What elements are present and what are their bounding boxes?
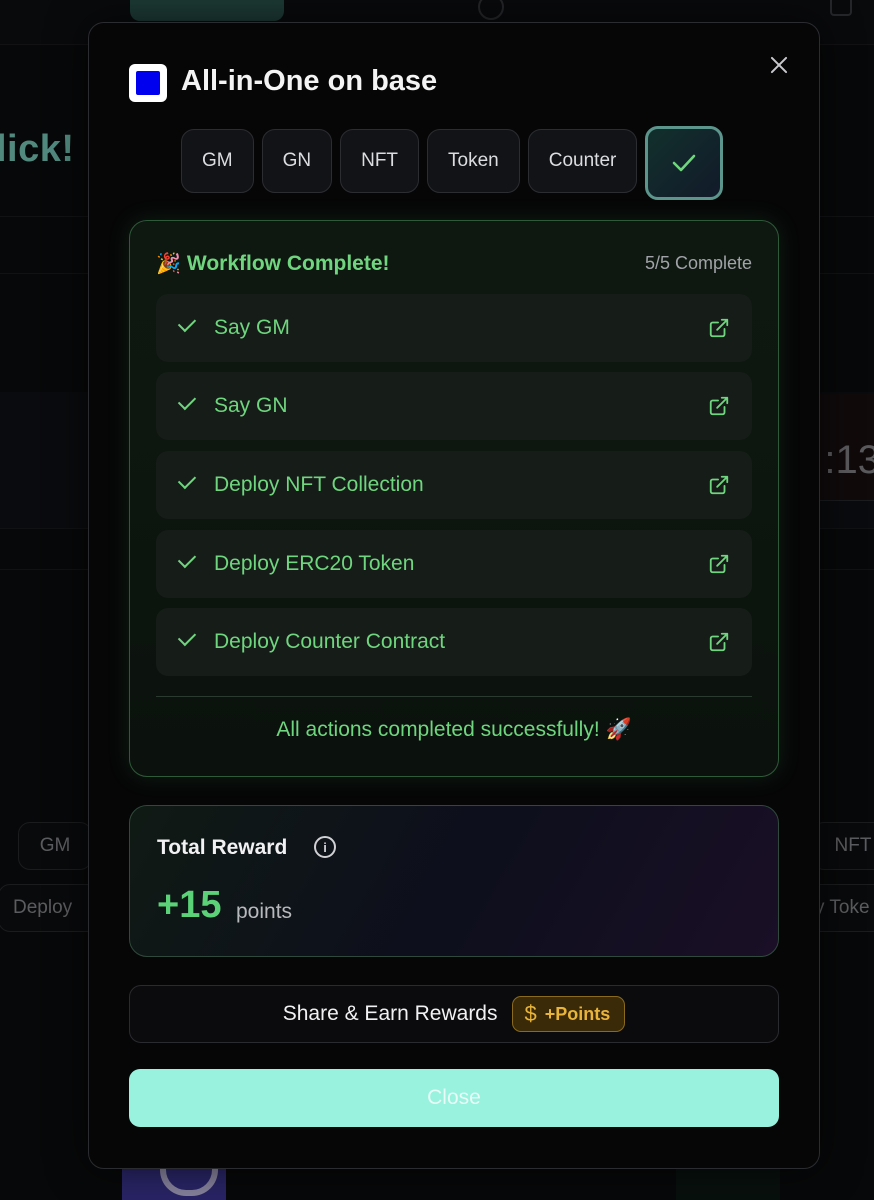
points-badge-label: +Points — [544, 1003, 611, 1024]
tab-counter[interactable]: Counter — [527, 129, 638, 193]
modal-title: All-in-One on base — [181, 65, 438, 97]
info-icon[interactable]: i — [314, 836, 336, 858]
workflow-item-label: Say GM — [214, 316, 290, 339]
dollar-icon: $ — [524, 1001, 537, 1026]
reward-card: Total Reward i +15 points — [129, 805, 779, 957]
external-link-icon[interactable] — [708, 317, 730, 339]
workflow-modal: All-in-One on base GM GN NFT Token Count… — [88, 22, 820, 1169]
workflow-heading-text: Workflow Complete! — [186, 251, 390, 275]
tab-nft[interactable]: NFT — [340, 129, 420, 193]
reward-unit: points — [236, 900, 293, 923]
share-earn-button[interactable]: Share & Earn Rewards $ +Points — [129, 985, 779, 1043]
external-link-icon[interactable] — [708, 553, 730, 575]
reward-value: +15 — [157, 884, 222, 926]
workflow-item-label: Deploy ERC20 Token — [214, 552, 415, 575]
workflow-item-deploy-erc20: Deploy ERC20 Token — [156, 530, 752, 598]
external-link-icon[interactable] — [708, 474, 730, 496]
tab-complete[interactable] — [645, 126, 724, 200]
workflow-item-say-gm: Say GM — [156, 294, 752, 362]
party-popper-icon: 🎉 — [156, 253, 181, 275]
check-icon — [176, 634, 196, 646]
check-icon — [176, 556, 196, 568]
check-icon — [673, 154, 696, 172]
check-icon — [176, 320, 196, 332]
reward-title: Total Reward — [157, 836, 288, 859]
points-badge: $ +Points — [511, 996, 626, 1032]
workflow-divider — [156, 696, 752, 697]
external-link-icon[interactable] — [708, 395, 730, 417]
check-icon — [176, 477, 196, 489]
tab-token[interactable]: Token — [427, 129, 520, 193]
external-link-icon[interactable] — [708, 631, 730, 653]
check-icon — [176, 398, 196, 410]
workflow-item-deploy-nft: Deploy NFT Collection — [156, 451, 752, 519]
share-label: Share & Earn Rewards — [282, 1002, 498, 1025]
workflow-item-deploy-counter: Deploy Counter Contract — [156, 608, 752, 676]
workflow-item-label: Say GN — [214, 394, 288, 417]
action-tabs: GM GN NFT Token Counter — [181, 126, 724, 200]
workflow-item-label: Deploy NFT Collection — [214, 473, 424, 496]
tab-gm[interactable]: GM — [181, 129, 254, 193]
workflow-progress: 5/5 Complete — [644, 253, 752, 273]
close-button[interactable]: Close — [129, 1069, 779, 1127]
workflow-success-message: All actions completed successfully! 🚀 — [276, 718, 632, 741]
workflow-card: 🎉 Workflow Complete! 5/5 Complete Say GM… — [129, 220, 779, 777]
base-logo — [129, 64, 167, 102]
tab-gn[interactable]: GN — [261, 129, 333, 193]
workflow-item-say-gn: Say GN — [156, 372, 752, 440]
workflow-heading: 🎉 Workflow Complete! — [156, 251, 390, 276]
close-icon[interactable] — [765, 51, 793, 79]
workflow-item-label: Deploy Counter Contract — [214, 630, 446, 653]
